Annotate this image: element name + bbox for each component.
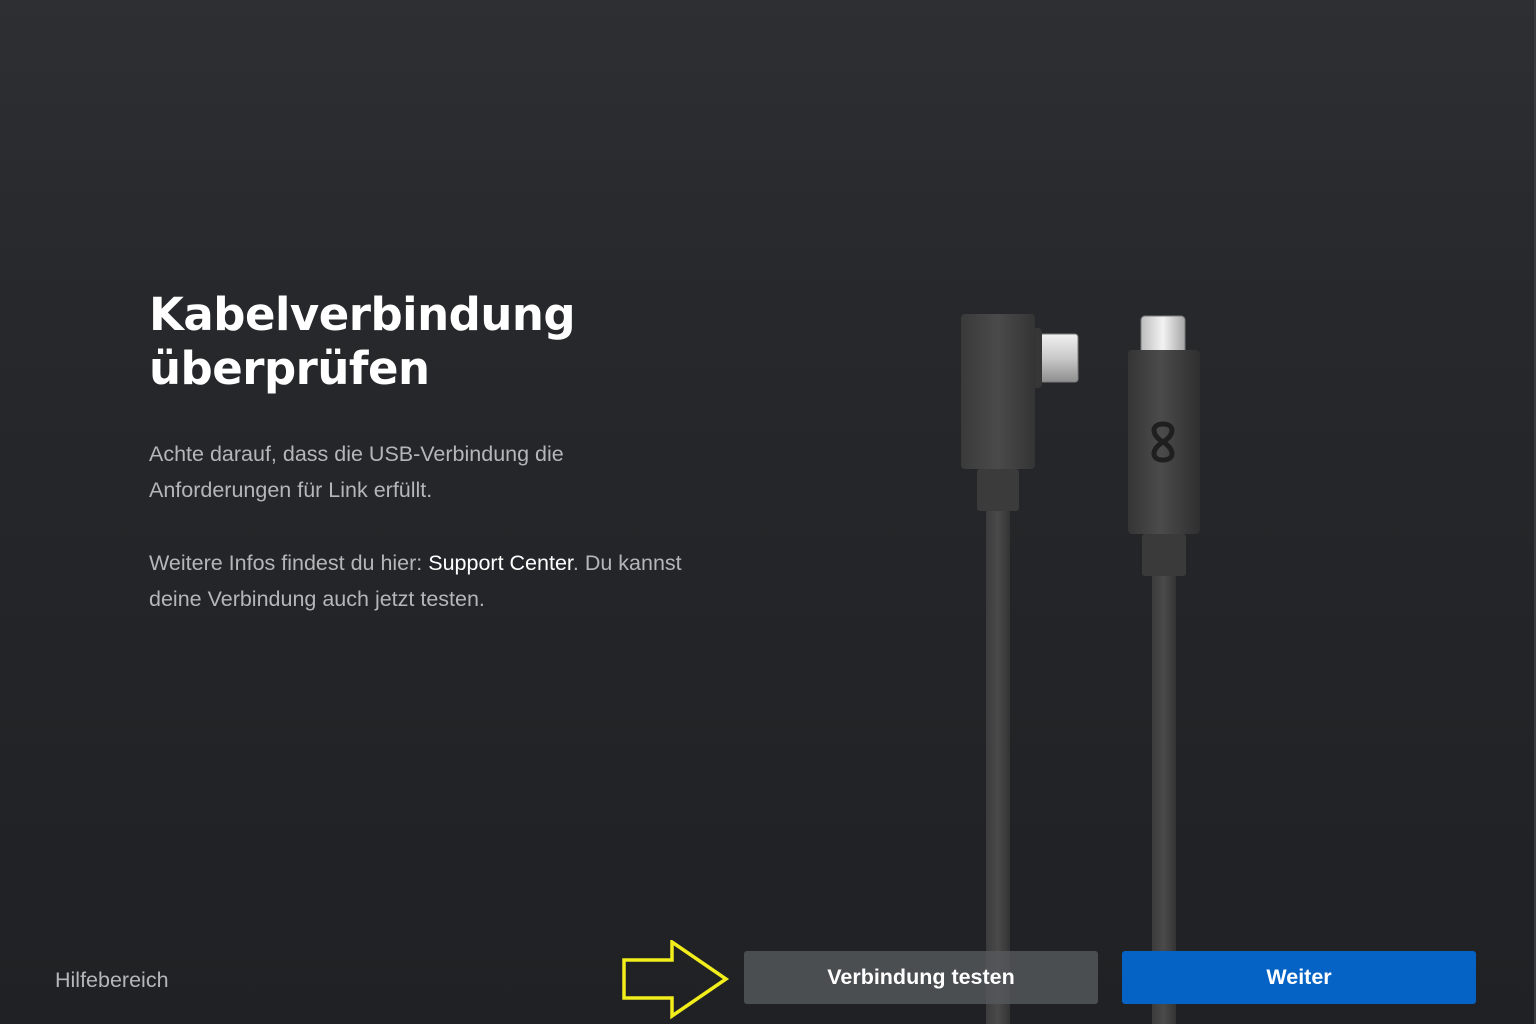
page-title-line2: überprüfen [149, 342, 430, 395]
info-prefix: Weitere Infos findest du hier: [149, 551, 429, 575]
straight-usb-c-connector [1128, 315, 1200, 1024]
help-center-link[interactable]: Hilfebereich [55, 966, 169, 994]
next-button-label: Weiter [1266, 965, 1332, 989]
test-connection-button-label: Verbindung testen [827, 965, 1015, 989]
next-button[interactable]: Weiter [1122, 951, 1476, 1004]
description-text: Achte darauf, dass die USB-Verbindung di… [149, 442, 564, 502]
page-title-line1: Kabelverbindung [149, 288, 576, 341]
info-text: Weitere Infos findest du hier: Support C… [149, 545, 729, 617]
usb-c-cables-illustration [961, 314, 1200, 1024]
test-connection-button[interactable]: Verbindung testen [744, 951, 1098, 1004]
yellow-arrow-annotation [622, 940, 730, 1020]
support-center-link[interactable]: Support Center [428, 551, 573, 575]
main-content: Kabelverbindung überprüfen Achte darauf,… [149, 288, 729, 617]
right-angle-usb-c-connector [961, 314, 1079, 1024]
page-title: Kabelverbindung überprüfen [149, 288, 729, 396]
